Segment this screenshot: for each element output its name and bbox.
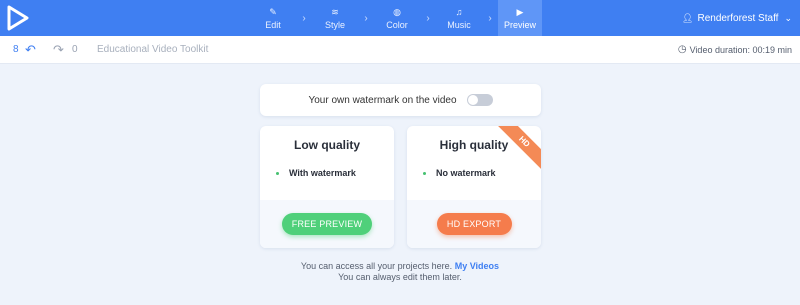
bullet-dot-icon	[276, 171, 279, 175]
chevron-right-icon: ›	[488, 12, 492, 24]
renderforest-logo-icon[interactable]	[6, 5, 30, 31]
undo-icon[interactable]: ↶	[25, 43, 36, 56]
tab-music[interactable]: ♫ Music	[436, 0, 482, 36]
watermark-panel: Your own watermark on the video	[260, 84, 541, 116]
bullet-dot-icon	[423, 171, 426, 175]
projects-info-text: You can access all your projects here.	[300, 261, 453, 271]
top-nav-bar: ✎ Edit › ≋ Style › ◍ Color › ♫ Music › ▶…	[0, 0, 800, 36]
user-icon: 👤︎	[682, 12, 694, 23]
editor-toolbar: 8 ↶ ↷ 0 Educational Video Toolkit ◷ Vide…	[0, 36, 800, 64]
play-icon: ▶	[516, 6, 524, 17]
watermark-label: Your own watermark on the video	[308, 94, 457, 106]
low-quality-feature-text: With watermark	[289, 168, 356, 178]
video-duration: ◷ Video duration: 00:19 min	[678, 44, 792, 55]
undo-count: 8	[13, 44, 19, 55]
toggle-knob	[467, 95, 478, 105]
user-name: Renderforest Staff	[697, 12, 779, 24]
layers-icon: ≋	[331, 6, 339, 17]
high-quality-feature-text: No watermark	[436, 168, 496, 178]
high-quality-feature: No watermark	[423, 168, 496, 178]
tab-preview[interactable]: ▶ Preview	[498, 0, 542, 36]
tab-edit-label: Edit	[265, 19, 281, 30]
chevron-right-icon: ›	[302, 12, 306, 24]
low-quality-feature: With watermark	[276, 168, 356, 178]
chevron-down-icon: ⌄	[784, 12, 792, 23]
palette-icon: ◍	[393, 6, 401, 17]
project-title[interactable]: Educational Video Toolkit	[97, 44, 208, 55]
free-preview-button[interactable]: FREE PREVIEW	[282, 213, 372, 235]
step-nav: ✎ Edit › ≋ Style › ◍ Color › ♫ Music › ▶…	[250, 0, 542, 36]
tab-style[interactable]: ≋ Style	[312, 0, 358, 36]
high-quality-actions: HD EXPORT	[407, 200, 541, 248]
low-quality-title: Low quality	[294, 138, 360, 152]
high-quality-title: High quality	[439, 138, 509, 152]
chevron-right-icon: ›	[426, 12, 430, 24]
tab-preview-label: Preview	[503, 19, 536, 30]
chevron-right-icon: ›	[364, 12, 368, 24]
video-duration-text: Video duration: 00:19 min	[689, 44, 792, 55]
tab-color-label: Color	[386, 19, 408, 30]
redo-count: 0	[72, 44, 78, 55]
my-videos-link[interactable]: My Videos	[455, 261, 499, 271]
pencil-icon: ✎	[269, 6, 277, 17]
music-note-icon: ♫	[455, 6, 463, 17]
projects-info: You can access all your projects here. M…	[0, 261, 800, 283]
projects-info-line1: You can access all your projects here. M…	[0, 261, 800, 272]
watermark-toggle[interactable]	[466, 94, 493, 106]
tab-edit[interactable]: ✎ Edit	[250, 0, 296, 36]
redo-icon[interactable]: ↷	[53, 43, 64, 56]
tab-style-label: Style	[324, 19, 345, 30]
high-quality-card: HD High quality No watermark HD EXPORT	[407, 126, 541, 248]
user-menu[interactable]: 👤︎ Renderforest Staff ⌄	[682, 0, 792, 36]
low-quality-card: Low quality With watermark FREE PREVIEW	[260, 126, 394, 248]
clock-icon: ◷	[677, 44, 687, 55]
tab-color[interactable]: ◍ Color	[374, 0, 420, 36]
hd-export-button[interactable]: HD EXPORT	[436, 213, 512, 235]
projects-info-line2: You can always edit them later.	[338, 272, 462, 282]
tab-music-label: Music	[447, 19, 471, 30]
low-quality-actions: FREE PREVIEW	[260, 200, 394, 248]
